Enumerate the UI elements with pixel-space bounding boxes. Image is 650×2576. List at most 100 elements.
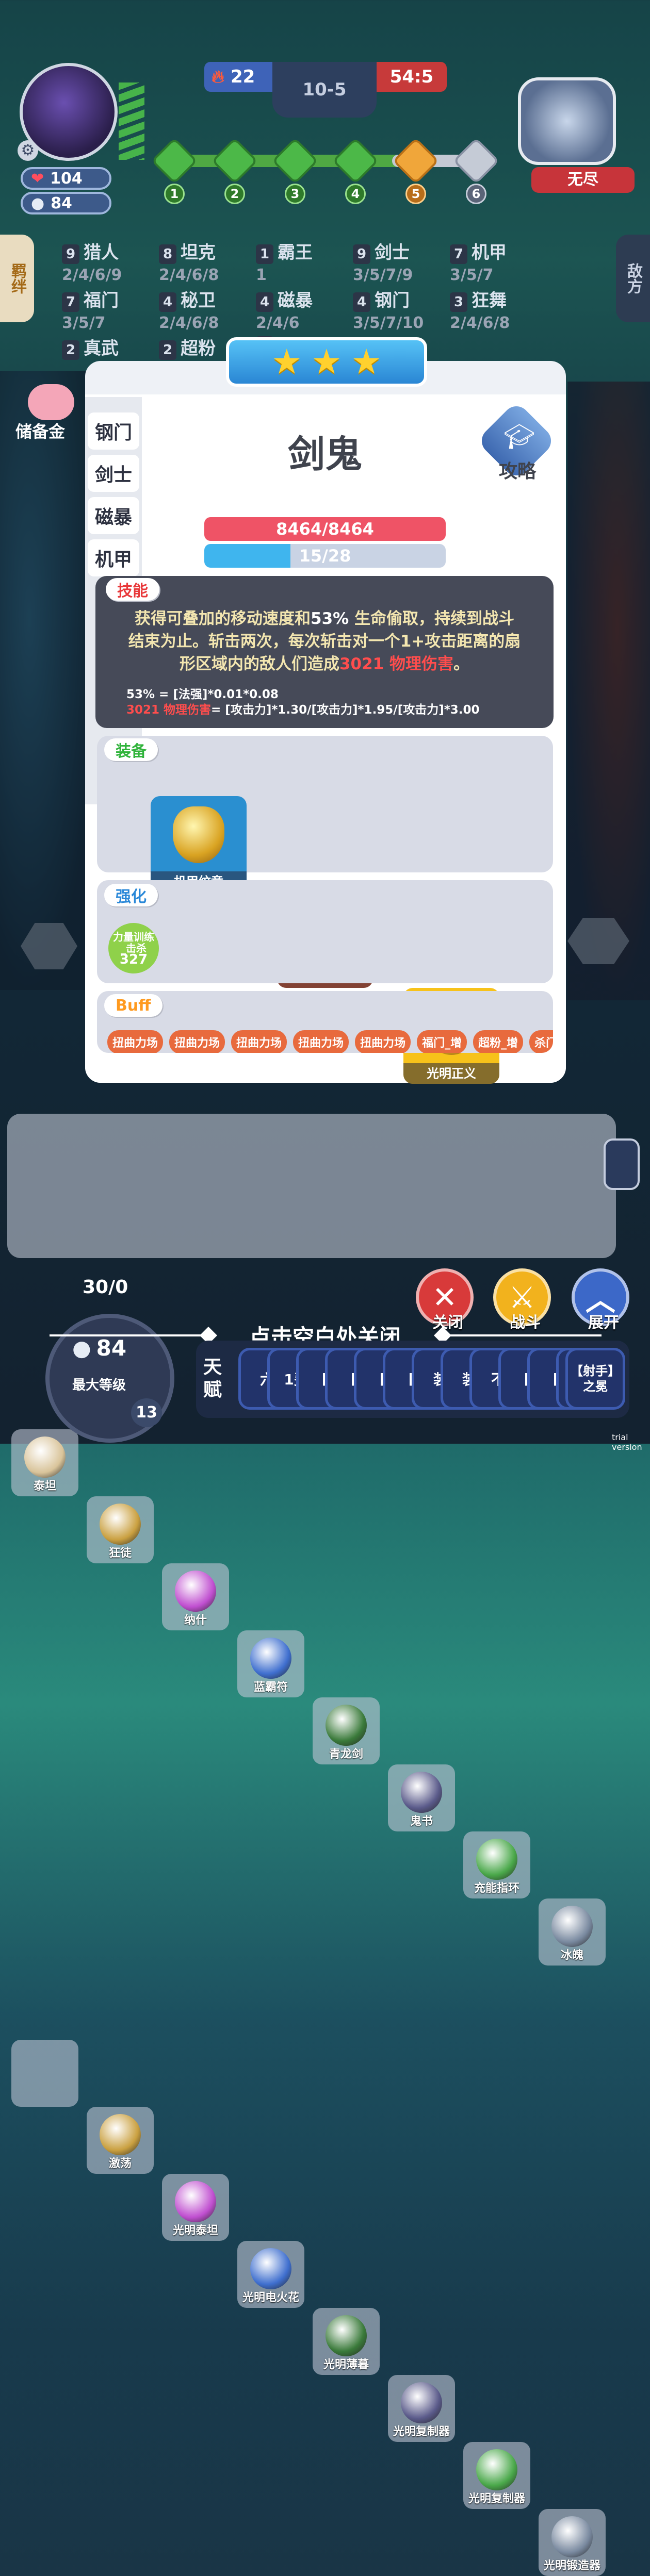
synergy-item[interactable]: 9 猎人 2/4/6/9 bbox=[62, 238, 122, 284]
synergy-count: 9 bbox=[62, 244, 79, 264]
buff-chip[interactable]: 福门_增 bbox=[417, 1030, 467, 1053]
bench-slot[interactable]: 蓝霸符 bbox=[237, 1630, 304, 1697]
bench-slot[interactable]: 光明电火花 bbox=[237, 2241, 304, 2308]
skill-line-1: 获得可叠加的移动速度和53% 生命偷取，持续到战斗 bbox=[135, 609, 514, 628]
stage-node-number: 6 bbox=[466, 184, 486, 204]
synergy-count: 9 bbox=[353, 244, 370, 264]
bench-scrollbar[interactable] bbox=[604, 1138, 640, 1190]
bench-item-label: 光明锻造器 bbox=[543, 2560, 600, 2572]
settings-gear-icon[interactable]: ⚙ bbox=[18, 140, 38, 161]
synergy-count: 3 bbox=[450, 292, 467, 312]
bench-item-icon bbox=[476, 2449, 517, 2490]
expand-label: 展开 bbox=[588, 1314, 619, 1332]
guide-label[interactable]: 攻略 bbox=[489, 456, 546, 483]
bench bbox=[7, 1114, 616, 1258]
synergy-item[interactable]: 4 磁暴 2/4/6 bbox=[256, 286, 313, 332]
bench-slot[interactable]: 光明泰坦 bbox=[162, 2174, 229, 2241]
bench-item-label: 泰坦 bbox=[33, 1480, 56, 1493]
skill-line-2: 结束为止。斩击两次，每次斩击对一个1+攻击距离的扇 bbox=[128, 632, 521, 651]
hint-line-right bbox=[442, 1334, 602, 1336]
synergy-tab[interactable]: 羁绊 bbox=[0, 235, 34, 322]
synergy-name: 猎人 bbox=[84, 242, 119, 263]
bench-slot[interactable]: 青龙剑 bbox=[313, 1697, 380, 1764]
stage-node-number: 3 bbox=[285, 184, 305, 204]
buff-chip[interactable]: 扭曲力场 bbox=[169, 1030, 225, 1053]
synergy-name: 霸王 bbox=[278, 242, 313, 263]
synergy-stages: 3/5/7 bbox=[450, 266, 494, 284]
buff-chip[interactable]: 扭曲力场 bbox=[293, 1030, 349, 1053]
talent-label: 天赋 bbox=[203, 1357, 222, 1400]
trial-watermark: trial version bbox=[612, 1432, 642, 1452]
synergy-tab-1[interactable]: 剑士 bbox=[88, 455, 139, 492]
equipment-icon bbox=[173, 806, 224, 863]
synergy-item[interactable]: 1 霸王 1 bbox=[256, 238, 313, 284]
synergy-tab-3[interactable]: 机甲 bbox=[88, 539, 139, 576]
skill-tag: 技能 bbox=[106, 578, 159, 601]
star-icon: ★ bbox=[271, 342, 302, 382]
left-score-value: 22 bbox=[230, 67, 255, 87]
synergy-count: 7 bbox=[62, 292, 79, 312]
synergy-item[interactable]: 4 秘卫 2/4/6/8 bbox=[159, 286, 219, 332]
bench-item-label: 蓝霸符 bbox=[253, 1681, 288, 1694]
stage-node-number: 5 bbox=[405, 184, 426, 204]
buff-chip[interactable]: 超粉_增 bbox=[473, 1030, 524, 1053]
bench-slot[interactable]: 冰魄 bbox=[539, 1898, 606, 1966]
bench-slot[interactable]: 光明复制器 bbox=[388, 2375, 455, 2442]
level-label: 最大等级 bbox=[72, 1378, 126, 1393]
synergy-item[interactable]: 7 福门 3/5/7 bbox=[62, 286, 119, 332]
synergy-item[interactable]: 8 坦克 2/4/6/8 bbox=[159, 238, 219, 284]
synergy-item[interactable]: 9 剑士 3/5/7/9 bbox=[353, 238, 413, 284]
synergy-item[interactable]: 2 超粉 bbox=[159, 334, 216, 362]
stage-node-number: 2 bbox=[224, 184, 245, 204]
bench-slot[interactable]: 纳什 bbox=[162, 1563, 229, 1630]
formula-line-2: 3021 物理伤害= [攻击力]*1.30/[攻击力]*1.95/[攻击力]*3… bbox=[126, 703, 480, 717]
bench-slot[interactable]: 充能指环 bbox=[463, 1831, 530, 1898]
buff-chip[interactable]: 杀门_增 bbox=[529, 1030, 553, 1053]
synergy-stages: 3/5/7/9 bbox=[353, 266, 413, 284]
synergy-item[interactable]: 4 钢门 3/5/7/10 bbox=[353, 286, 424, 332]
buff-chip[interactable]: 扭曲力场 bbox=[107, 1030, 164, 1053]
piggy-bank-label: 储备金 bbox=[15, 422, 66, 441]
heart-icon: ❤ bbox=[31, 169, 44, 188]
equipment-slot[interactable]: 机甲纹章 bbox=[151, 796, 247, 892]
synergy-name: 磁暴 bbox=[278, 290, 313, 311]
synergy-count: 2 bbox=[62, 340, 79, 360]
coins-pill: ● 84 bbox=[21, 192, 111, 214]
enhance-badge-value: 327 bbox=[119, 952, 148, 967]
synergy-name: 坦克 bbox=[181, 242, 216, 263]
buff-chip[interactable]: 扭曲力场 bbox=[231, 1030, 287, 1053]
talent-card-last[interactable]: 【射手】之冕 bbox=[565, 1348, 625, 1410]
bench-item-icon bbox=[401, 1772, 442, 1813]
enemy-tab[interactable]: 敌方 bbox=[616, 235, 650, 322]
synergy-stages: 2/4/6/8 bbox=[159, 314, 219, 332]
enemy-mode-label: 无尽 bbox=[531, 167, 635, 193]
synergy-name: 福门 bbox=[84, 290, 119, 311]
enemy-avatar[interactable] bbox=[518, 77, 616, 165]
stage-value: 10-5 bbox=[302, 79, 347, 100]
synergy-name: 超粉 bbox=[181, 338, 216, 359]
skill-formula: 53% = [法强]*0.01*0.08 3021 物理伤害= [攻击力]*1.… bbox=[126, 687, 539, 718]
right-score-value: 54:5 bbox=[389, 67, 434, 87]
synergy-tab-0[interactable]: 钢门 bbox=[88, 412, 139, 450]
bench-slot[interactable]: 激荡 bbox=[87, 2107, 154, 2174]
bench-slot[interactable]: 光明复制器 bbox=[463, 2442, 530, 2509]
bench-slot[interactable]: 光明薄暮 bbox=[313, 2308, 380, 2375]
buff-chip[interactable]: 扭曲力场 bbox=[355, 1030, 411, 1053]
bench-item-icon bbox=[250, 2248, 291, 2289]
bench-slot[interactable]: 泰坦 bbox=[11, 1429, 78, 1496]
bench-slot[interactable] bbox=[11, 2040, 78, 2107]
bench-item-label: 青龙剑 bbox=[329, 1748, 363, 1761]
piggy-bank-icon[interactable] bbox=[28, 384, 74, 420]
synergy-item[interactable]: 3 狂舞 2/4/6/8 bbox=[450, 286, 510, 332]
bench-slot[interactable]: 光明锻造器 bbox=[539, 2509, 606, 2576]
bench-slot[interactable]: 狂徒 bbox=[87, 1496, 154, 1563]
synergy-item[interactable]: 7 机甲 3/5/7 bbox=[450, 238, 507, 284]
hearts-value: 104 bbox=[50, 169, 83, 188]
level-coin-row: ● 84 bbox=[72, 1335, 126, 1361]
bench-slot[interactable]: 鬼书 bbox=[388, 1764, 455, 1831]
synergy-item[interactable]: 2 真武 bbox=[62, 334, 119, 362]
stage-indicator: 10-5 bbox=[272, 62, 377, 118]
enhance-badge-line1: 力量训练 bbox=[113, 931, 154, 943]
enhance-badge[interactable]: 力量训练 _击杀 327 bbox=[108, 923, 159, 973]
synergy-tab-2[interactable]: 磁暴 bbox=[88, 497, 139, 534]
